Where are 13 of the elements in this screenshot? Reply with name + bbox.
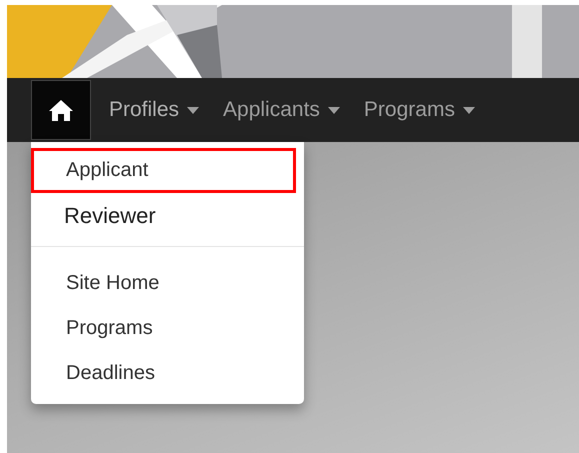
caret-icon (187, 106, 200, 114)
menu-item[interactable]: Programs (31, 306, 304, 351)
menu-item[interactable]: Site Home (31, 261, 304, 306)
home-icon (48, 98, 74, 122)
menu-item[interactable]: Applicant (31, 148, 296, 193)
caret-icon (462, 106, 475, 114)
nav-menu-button[interactable]: Programs (352, 80, 487, 140)
nav-menu-button[interactable]: Applicants (211, 80, 352, 140)
menu-item[interactable]: Reviewer (31, 193, 304, 238)
menu-item[interactable]: Deadlines (31, 351, 304, 396)
nav-menu-button[interactable]: Profiles (97, 80, 212, 140)
caret-icon (328, 106, 340, 114)
home-button[interactable] (31, 80, 91, 140)
